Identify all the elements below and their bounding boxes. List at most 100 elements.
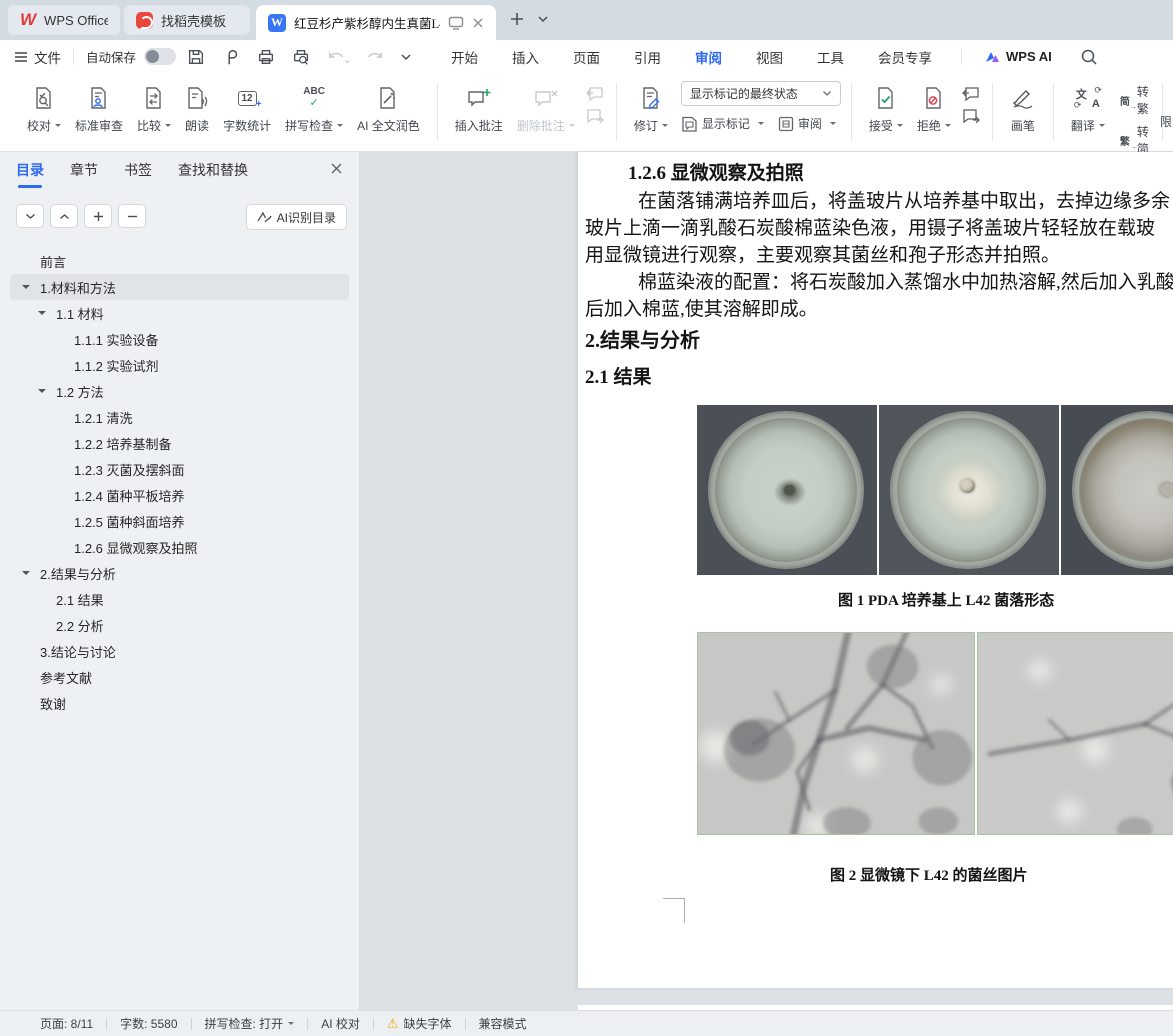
review-ribbon: 校对 标准审查 比较 朗读 12 [0, 73, 1173, 152]
reject-revision-icon [922, 83, 946, 113]
insert-comment-button[interactable]: 插入批注 [448, 81, 510, 136]
toc-item-references[interactable]: 参考文献 [10, 664, 349, 690]
insert-comment-icon [466, 83, 492, 113]
track-changes-button[interactable]: 修订 [627, 81, 675, 136]
navigation-pane: 目录 章节 书签 查找和替换 [0, 152, 360, 1010]
tab-document-active[interactable]: W 红豆杉产紫杉醇内生真菌L42真 [256, 5, 496, 40]
sidebar-tab-chapters[interactable]: 章节 [70, 160, 98, 188]
toc-item-acknowledgements[interactable]: 致谢 [10, 690, 349, 716]
file-menu-button[interactable]: 文件 [14, 47, 61, 67]
toc-item-slant-culture[interactable]: 1.2.5 菌种斜面培养 [10, 508, 349, 534]
markup-state-select[interactable]: 显示标记的最终状态 [681, 81, 841, 106]
toggle-knob [146, 50, 159, 63]
toc-item-analysis[interactable]: 2.2 分析 [10, 612, 349, 638]
close-tab-icon[interactable] [472, 17, 484, 29]
toc-item-conclusion[interactable]: 3.结论与讨论 [10, 638, 349, 664]
proofread-button[interactable]: 校对 [20, 81, 68, 136]
close-sidebar-icon[interactable] [330, 162, 343, 175]
menu-tools[interactable]: 工具 [800, 41, 861, 73]
collapse-arrow-icon[interactable] [22, 571, 30, 579]
sidebar-tab-find-replace[interactable]: 查找和替换 [178, 160, 248, 188]
ai-recognize-toc-button[interactable]: AI识别目录 [246, 204, 347, 230]
toc-item-methods[interactable]: 1.2 方法 [10, 378, 349, 404]
accept-button[interactable]: 接受 [862, 81, 910, 136]
menu-view[interactable]: 视图 [739, 41, 800, 73]
search-icon[interactable] [1080, 48, 1098, 66]
menu-home[interactable]: 开始 [434, 41, 495, 73]
tab-template-store[interactable]: 找稻壳模板 [124, 5, 250, 35]
review-pane-button[interactable]: 审阅 [778, 115, 836, 132]
new-tab-button[interactable] [508, 10, 526, 28]
autosave-toggle[interactable] [144, 48, 176, 65]
toc-item-results-analysis[interactable]: 2.结果与分析 [10, 560, 349, 586]
toc-item-materials[interactable]: 1.1 材料 [10, 300, 349, 326]
zoom-out-toc-button[interactable] [118, 204, 146, 228]
save-icon[interactable] [186, 47, 206, 67]
divider [465, 1018, 466, 1030]
toc-item-medium-prep[interactable]: 1.2.2 培养基制备 [10, 430, 349, 456]
ai-polish-button[interactable]: AI 全文润色 [350, 81, 427, 136]
spellcheck-indicator[interactable]: 拼写检查: 打开 [205, 1015, 295, 1032]
document-page[interactable]: 1.2.6 显微观察及拍照 在菌落铺满培养皿后，将盖玻片从培养基中取出，去掉边缘… [578, 152, 1173, 988]
menu-review[interactable]: 审阅 [678, 41, 739, 73]
collapse-arrow-icon[interactable] [38, 311, 46, 319]
collapse-arrow-icon[interactable] [38, 389, 46, 397]
toc-item-reagents[interactable]: 1.1.2 实验试剂 [10, 352, 349, 378]
sidebar-tab-bookmarks[interactable]: 书签 [124, 160, 152, 188]
wps-ai-label: WPS AI [1006, 49, 1052, 64]
reject-button[interactable]: 拒绝 [910, 81, 958, 136]
spell-check-button[interactable]: ABC✓ 拼写检查 [278, 81, 350, 136]
collapse-all-button[interactable] [50, 204, 78, 228]
sidebar-tab-contents[interactable]: 目录 [16, 160, 44, 188]
tab-list-dropdown-icon[interactable] [537, 15, 549, 23]
missing-font-warning[interactable]: ⚠缺失字体 [387, 1015, 452, 1032]
dropdown-caret-icon [830, 122, 836, 128]
print-icon[interactable] [256, 47, 276, 67]
hyphae-micrograph-2 [977, 632, 1173, 835]
toc-item-microscopy[interactable]: 1.2.6 显微观察及拍照 [10, 534, 349, 560]
standard-review-button[interactable]: 标准审查 [68, 81, 130, 136]
menu-insert[interactable]: 插入 [495, 41, 556, 73]
read-aloud-button[interactable]: 朗读 [178, 81, 216, 136]
divider [191, 1018, 192, 1030]
export-pdf-icon[interactable] [221, 47, 241, 67]
wps-ai-button[interactable]: WPS AI [984, 49, 1052, 64]
translate-button[interactable]: 文A⟳⟳ 翻译 [1064, 81, 1112, 136]
toc-item-equipment[interactable]: 1.1.1 实验设备 [10, 326, 349, 352]
show-markup-button[interactable]: 显示标记 [681, 115, 764, 132]
figure-1-petri-dish-photos [697, 405, 1173, 575]
toc-item-materials-methods[interactable]: 1.材料和方法 [10, 274, 349, 300]
tab-wps-office[interactable]: W WPS Office [8, 5, 120, 35]
collapse-arrow-icon[interactable] [22, 285, 30, 293]
brush-button[interactable]: 画笔 [1003, 81, 1043, 136]
print-preview-icon[interactable] [291, 47, 311, 67]
menu-page[interactable]: 页面 [556, 41, 617, 73]
toolbar-more-icon[interactable] [400, 53, 412, 61]
menu-membership[interactable]: 会员专享 [861, 41, 949, 73]
dropdown-caret-icon [337, 124, 343, 130]
share-screen-icon[interactable] [448, 16, 464, 30]
restrict-edit-button[interactable]: 限 [1160, 113, 1172, 130]
toc-item-sterilization[interactable]: 1.2.3 灭菌及摆斜面 [10, 456, 349, 482]
page-indicator[interactable]: 页面: 8/11 [40, 1015, 93, 1032]
word-count-indicator[interactable]: 字数: 5580 [120, 1015, 177, 1032]
word-count-button[interactable]: 12 字数统计 [216, 81, 278, 136]
previous-revision-icon[interactable] [962, 87, 980, 101]
standard-review-icon [87, 83, 111, 113]
toc-item-results[interactable]: 2.1 结果 [10, 586, 349, 612]
zoom-in-toc-button[interactable] [84, 204, 112, 228]
wps-ai-logo-icon [984, 50, 1000, 64]
ai-proofread-button[interactable]: AI 校对 [321, 1015, 360, 1032]
spell-check-icon: ABC✓ [303, 83, 325, 113]
expand-all-button[interactable] [16, 204, 44, 228]
simplified-to-traditional-button[interactable]: 简 转繁 [1120, 83, 1152, 117]
toc-item-plate-culture[interactable]: 1.2.4 菌种平板培养 [10, 482, 349, 508]
traditional-char-icon: 繁 [1120, 133, 1130, 148]
toc-item-cleaning[interactable]: 1.2.1 清洗 [10, 404, 349, 430]
toc-item-preface[interactable]: 前言 [10, 248, 349, 274]
status-bar: 页面: 8/11 字数: 5580 拼写检查: 打开 AI 校对 ⚠缺失字体 兼… [0, 1010, 1173, 1036]
word-count-icon: 12 [238, 83, 257, 113]
compare-button[interactable]: 比较 [130, 81, 178, 136]
next-revision-icon[interactable] [962, 109, 980, 123]
menu-reference[interactable]: 引用 [617, 41, 678, 73]
